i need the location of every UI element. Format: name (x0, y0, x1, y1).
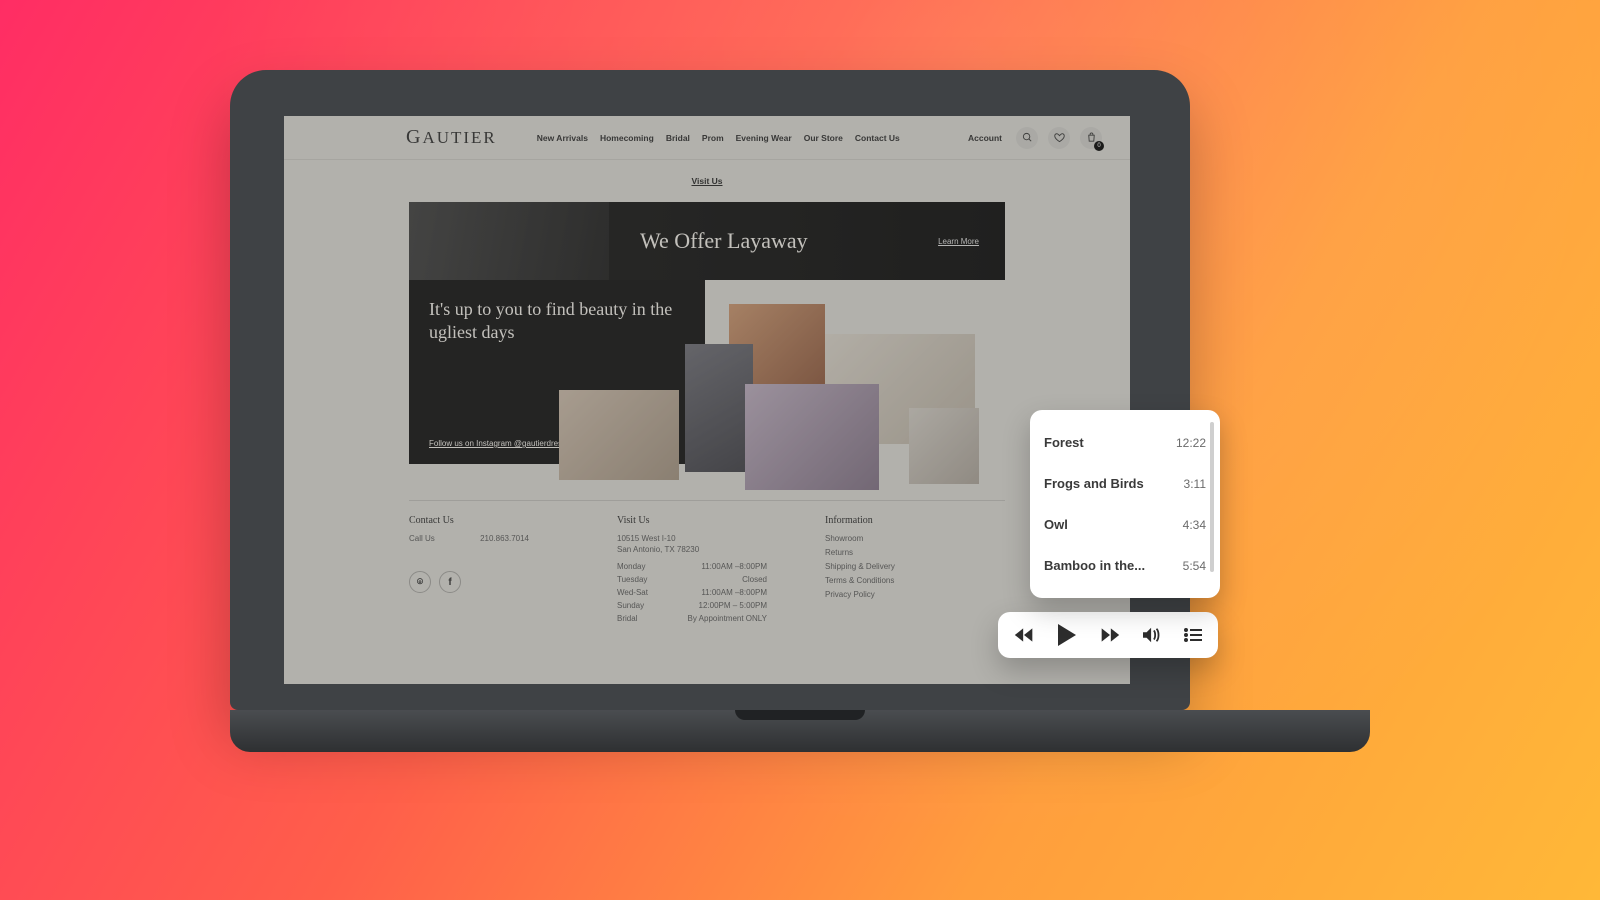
instagram-follow-link[interactable]: Follow us on Instagram @gautierdresses (429, 439, 575, 448)
nav-link[interactable]: Evening Wear (736, 133, 792, 143)
footer-link[interactable]: Showroom (825, 534, 1005, 543)
music-player-widget: Forest12:22Frogs and Birds3:11Owl4:34Bam… (1030, 410, 1220, 658)
rewind-button[interactable] (1014, 627, 1034, 643)
search-icon[interactable] (1016, 127, 1038, 149)
nav-link[interactable]: Homecoming (600, 133, 654, 143)
website-screen: GGAUTIERAUTIER New Arrivals Homecoming Bri… (284, 116, 1130, 684)
track-row[interactable]: Owl4:34 (1044, 504, 1206, 545)
queue-icon[interactable] (1184, 628, 1202, 642)
quote-text: It's up to you to find beauty in the ugl… (429, 298, 685, 343)
nav-link[interactable]: Our Store (804, 133, 843, 143)
nav-link[interactable]: Contact Us (855, 133, 900, 143)
footer-link[interactable]: Terms & Conditions (825, 576, 1005, 585)
brand-logo[interactable]: GGAUTIERAUTIER (406, 126, 497, 149)
footer: Contact Us Call Us 210.863.7014 ⌾ f Visi… (409, 500, 1005, 627)
hours-row: Wed-Sat11:00AM –8:00PM (617, 588, 767, 597)
hours-row: Monday11:00AM –8:00PM (617, 562, 767, 571)
nav-link[interactable]: New Arrivals (537, 133, 588, 143)
collage-photo (909, 408, 979, 484)
account-link[interactable]: Account (968, 133, 1002, 143)
track-row[interactable]: Frogs and Birds3:11 (1044, 463, 1206, 504)
bag-icon[interactable]: 0 (1080, 127, 1102, 149)
play-button[interactable] (1057, 624, 1077, 646)
hours-row: BridalBy Appointment ONLY (617, 614, 767, 623)
track-row[interactable]: Bamboo in the...5:54 (1044, 545, 1206, 586)
photo-collage: It's up to you to find beauty in the ugl… (409, 280, 1005, 490)
main-nav: New Arrivals Homecoming Bridal Prom Evening … (537, 133, 900, 143)
player-controls (998, 612, 1218, 658)
phone-number[interactable]: 210.863.7014 (480, 534, 529, 543)
address-line: San Antonio, TX 78230 (617, 545, 817, 554)
collage-photo (685, 344, 753, 472)
learn-more-link[interactable]: Learn More (938, 237, 979, 246)
hours-row: Sunday12:00PM – 5:00PM (617, 601, 767, 610)
instagram-icon[interactable]: ⌾ (409, 571, 431, 593)
address-line: 10515 West I-10 (617, 534, 817, 543)
nav-link[interactable]: Bridal (666, 133, 690, 143)
banner-headline: We Offer Layaway (640, 228, 808, 254)
layaway-banner: We Offer Layaway Learn More (409, 202, 1005, 280)
footer-link[interactable]: Shipping & Delivery (825, 562, 1005, 571)
forward-button[interactable] (1100, 627, 1120, 643)
track-row[interactable]: Forest12:22 (1044, 422, 1206, 463)
footer-contact-title: Contact Us (409, 515, 609, 526)
footer-info-title: Information (825, 515, 1005, 526)
call-us-label: Call Us (409, 534, 435, 543)
volume-icon[interactable] (1143, 627, 1161, 643)
facebook-icon[interactable]: f (439, 571, 461, 593)
visit-us-link[interactable]: Visit Us (691, 176, 722, 186)
collage-photo (745, 384, 879, 490)
topbar: GGAUTIERAUTIER New Arrivals Homecoming Bri… (284, 116, 1130, 160)
footer-link[interactable]: Returns (825, 548, 1005, 557)
wishlist-icon[interactable] (1048, 127, 1070, 149)
playlist-panel: Forest12:22Frogs and Birds3:11Owl4:34Bam… (1030, 410, 1220, 598)
hours-row: TuesdayClosed (617, 575, 767, 584)
collage-photo (559, 390, 679, 480)
footer-visit-title: Visit Us (617, 515, 817, 526)
nav-link[interactable]: Prom (702, 133, 724, 143)
footer-link[interactable]: Privacy Policy (825, 590, 1005, 599)
bag-count-badge: 0 (1094, 141, 1104, 151)
laptop-base (230, 710, 1370, 752)
